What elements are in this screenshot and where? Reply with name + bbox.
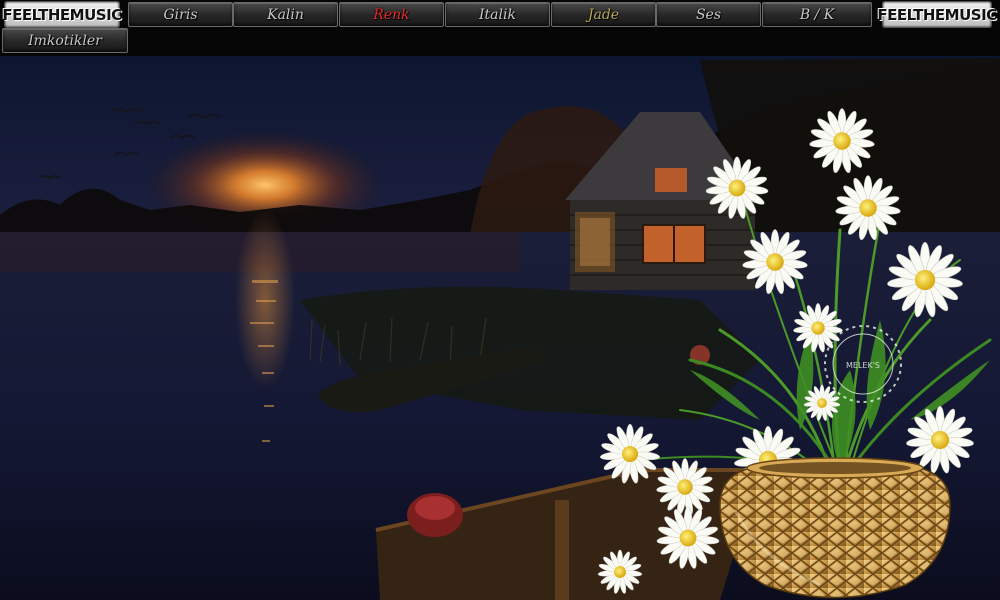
nav-button-italik[interactable]: Italik — [445, 2, 550, 27]
nav-label-renk: Renk — [373, 6, 410, 23]
nav-label-jade: Jade — [587, 6, 620, 23]
nav-button-giris[interactable]: Giris — [128, 2, 233, 27]
basket-vase-icon — [719, 457, 951, 599]
logo-text-right: FEELTHEMUSIC — [877, 5, 997, 24]
nav-button-imkotikler[interactable]: Imkotikler — [2, 28, 128, 53]
background-scene: MELEK'S — [0, 56, 1000, 600]
nav-label-ses: Ses — [695, 6, 722, 23]
nav-button-ses[interactable]: Ses — [656, 2, 761, 27]
nav-button-bk[interactable]: B / K — [762, 2, 872, 27]
nav-label-italik: Italik — [479, 6, 516, 23]
nav-label-imkotikler: Imkotikler — [28, 32, 102, 49]
nav-button-kalin[interactable]: Kalin — [233, 2, 338, 27]
feel-the-music-logo-right[interactable]: FEELTHEMUSIC — [877, 1, 997, 28]
watermark-text: MELEK'S — [846, 361, 880, 370]
feel-the-music-logo-left[interactable]: FEELTHEMUSIC — [2, 1, 122, 28]
night-lake-illustration: MELEK'S — [0, 56, 1000, 600]
top-navigation-bar: FEELTHEMUSIC Giris Kalin Renk Italik Jad… — [0, 0, 1000, 56]
nav-button-renk[interactable]: Renk — [339, 2, 444, 27]
nav-button-jade[interactable]: Jade — [551, 2, 656, 27]
nav-label-bk: B / K — [799, 6, 835, 23]
nav-label-giris: Giris — [163, 6, 198, 23]
nav-label-kalin: Kalin — [267, 6, 304, 23]
logo-text-left: FEELTHEMUSIC — [2, 5, 122, 24]
